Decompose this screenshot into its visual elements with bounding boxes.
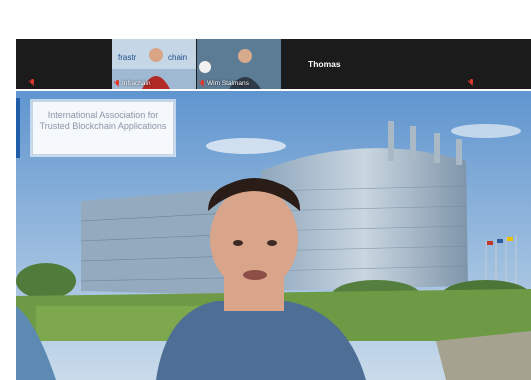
mic-muted-icon[interactable] bbox=[468, 79, 474, 86]
mic-muted-icon[interactable] bbox=[199, 80, 205, 87]
banner-text: International Association for Trusted Bl… bbox=[39, 110, 167, 131]
association-banner: International Association for Trusted Bl… bbox=[32, 101, 174, 155]
mic-muted-icon[interactable] bbox=[114, 80, 120, 87]
svg-text:frastr: frastr bbox=[118, 53, 137, 62]
participant-tile-thomas[interactable]: Thomas bbox=[282, 39, 368, 89]
mic-muted-icon[interactable] bbox=[29, 79, 35, 86]
svg-text:chain: chain bbox=[168, 53, 187, 62]
main-video: International Association for Trusted Bl… bbox=[16, 91, 531, 380]
participant-tile-wim-stalmans[interactable]: Wim Stalmans bbox=[197, 39, 281, 89]
banner-accent-bar bbox=[16, 98, 20, 158]
participant-name: Thomas bbox=[308, 59, 341, 69]
participant-strip: frastr chain Infrachain Wim Stalmans Tho… bbox=[16, 39, 531, 89]
participant-name: Infrachain bbox=[122, 80, 151, 87]
participant-tile-infrachain[interactable]: frastr chain Infrachain bbox=[112, 39, 196, 89]
participant-name: Wim Stalmans bbox=[207, 80, 249, 87]
